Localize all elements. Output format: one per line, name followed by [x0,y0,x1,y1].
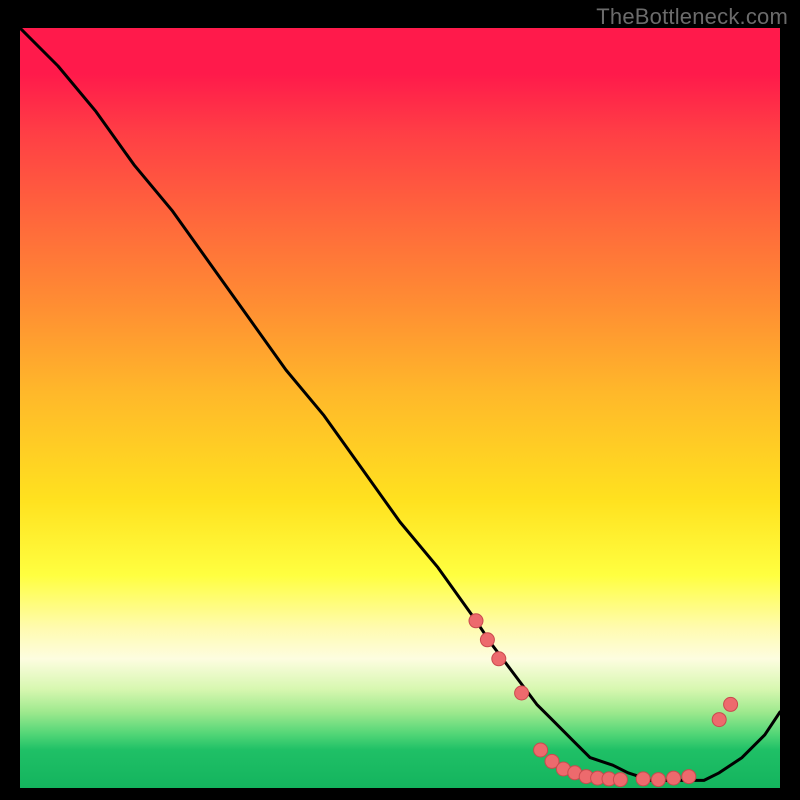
curve-marker [515,686,529,700]
curve-marker [682,770,696,784]
curve-marker [492,652,506,666]
curve-marker [480,633,494,647]
curve-marker [636,772,650,786]
curve-marker [712,713,726,727]
curve-marker [469,614,483,628]
watermark-text: TheBottleneck.com [596,4,788,30]
curve-marker [667,771,681,785]
plot-area [20,28,780,788]
curve-marker [534,743,548,757]
curve-marker [651,773,665,787]
curve-marker [724,697,738,711]
curve-marker [613,773,627,787]
chart-overlay [20,28,780,788]
bottleneck-curve [20,28,780,780]
chart-frame: TheBottleneck.com [0,0,800,800]
